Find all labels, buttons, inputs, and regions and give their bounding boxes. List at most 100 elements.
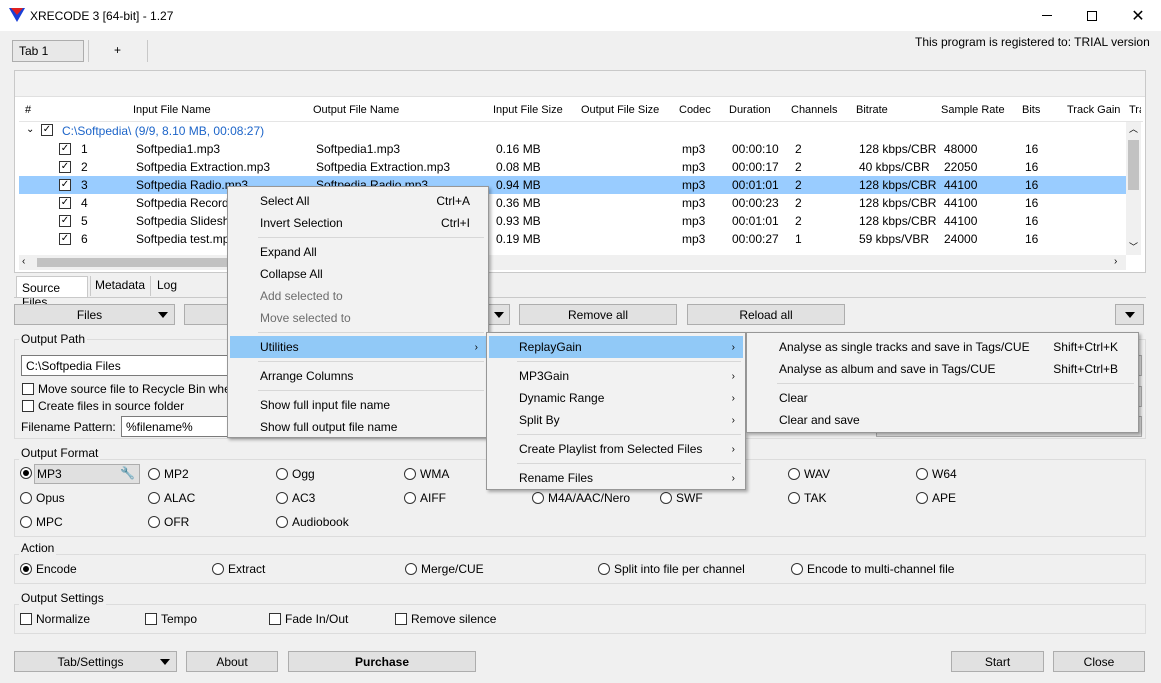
minimize-button[interactable] bbox=[1024, 0, 1070, 31]
menu-invert-selection[interactable]: Invert Selection Ctrl+I bbox=[230, 212, 486, 234]
tab-settings-button[interactable]: Tab/Settings bbox=[14, 651, 177, 672]
col-output-file[interactable]: Output File Name bbox=[313, 104, 399, 120]
format-ogg-radio[interactable]: Ogg bbox=[276, 467, 315, 481]
format-w64-radio[interactable]: W64 bbox=[916, 467, 957, 481]
close-window-button[interactable]: ✕ bbox=[1115, 0, 1161, 31]
menu-dynamic-range[interactable]: Dynamic Range › bbox=[489, 387, 743, 409]
format-mpc-radio[interactable]: MPC bbox=[20, 515, 63, 529]
menu-clear-save[interactable]: Clear and save bbox=[749, 409, 1136, 431]
action-extract-radio[interactable]: Extract bbox=[212, 562, 265, 576]
format-audiobook-radio[interactable]: Audiobook bbox=[276, 515, 349, 529]
format-ac3-radio[interactable]: AC3 bbox=[276, 491, 315, 505]
menu-analyse-album[interactable]: Analyse as album and save in Tags/CUE Shi… bbox=[749, 358, 1136, 380]
format-aiff-radio[interactable]: AIFF bbox=[404, 491, 446, 505]
format-wma-radio[interactable]: WMA bbox=[404, 467, 449, 481]
action-multichannel-radio[interactable]: Encode to multi-channel file bbox=[791, 562, 954, 576]
vertical-scrollbar[interactable]: ︿ ﹀ bbox=[1126, 122, 1141, 255]
scroll-right-icon[interactable]: › bbox=[1114, 256, 1117, 267]
format-alac-radio[interactable]: ALAC bbox=[148, 491, 195, 505]
vertical-scroll-thumb[interactable] bbox=[1128, 140, 1139, 190]
col-bits[interactable]: Bits bbox=[1022, 104, 1040, 120]
menu-select-all[interactable]: Select All Ctrl+A bbox=[230, 190, 486, 212]
col-bitrate[interactable]: Bitrate bbox=[856, 104, 888, 120]
format-m4a-radio[interactable]: M4A/AAC/Nero bbox=[532, 491, 630, 505]
col-truncated[interactable]: Tra bbox=[1129, 104, 1141, 120]
menu-mp3gain[interactable]: MP3Gain › bbox=[489, 365, 743, 387]
menu-rename-files[interactable]: Rename Files › bbox=[489, 467, 743, 489]
menu-arrange-columns[interactable]: Arrange Columns bbox=[230, 365, 486, 387]
col-input-file[interactable]: Input File Name bbox=[133, 104, 211, 120]
files-button[interactable]: Files bbox=[14, 304, 175, 325]
maximize-button[interactable] bbox=[1069, 0, 1115, 31]
table-row[interactable]: ✓ 2 Softpedia Extraction.mp3 Softpedia Extr… bbox=[19, 158, 1126, 176]
menu-create-playlist[interactable]: Create Playlist from Selected Files › bbox=[489, 438, 743, 460]
col-number[interactable]: # bbox=[25, 104, 31, 120]
format-ape-radio[interactable]: APE bbox=[916, 491, 956, 505]
horizontal-scrollbar[interactable]: ‹ › bbox=[19, 255, 1126, 270]
row-checkbox[interactable]: ✓ bbox=[59, 161, 75, 173]
menu-analyse-single[interactable]: Analyse as single tracks and save in Tag… bbox=[749, 336, 1136, 358]
scroll-down-icon[interactable]: ﹀ bbox=[1129, 240, 1138, 253]
output-path-input[interactable] bbox=[21, 355, 231, 376]
menu-full-output-name[interactable]: Show full output file name bbox=[230, 416, 486, 438]
scroll-up-icon[interactable]: ︿ bbox=[1129, 122, 1138, 135]
menu-expand-all[interactable]: Expand All bbox=[230, 241, 486, 263]
source-folder-checkbox[interactable]: Create files in source folder bbox=[22, 399, 184, 413]
col-sample-rate[interactable]: Sample Rate bbox=[941, 104, 1005, 120]
add-tab-button[interactable]: + bbox=[114, 43, 121, 57]
close-button[interactable]: Close bbox=[1053, 651, 1145, 672]
table-row-clipped[interactable] bbox=[19, 248, 1126, 255]
menu-collapse-all[interactable]: Collapse All bbox=[230, 263, 486, 285]
menu-replaygain[interactable]: ReplayGain › bbox=[489, 336, 743, 358]
tempo-checkbox[interactable]: Tempo bbox=[145, 612, 197, 626]
menu-full-input-name[interactable]: Show full input file name bbox=[230, 394, 486, 416]
table-row[interactable]: ✓ 4 Softpedia Record 0.36 MB mp3 00:00:23 2 128… bbox=[19, 194, 1126, 212]
purchase-button[interactable]: Purchase bbox=[288, 651, 476, 672]
col-output-size[interactable]: Output File Size bbox=[581, 104, 659, 120]
menu-clear[interactable]: Clear bbox=[749, 387, 1136, 409]
normalize-checkbox[interactable]: Normalize bbox=[20, 612, 90, 626]
format-opus-radio[interactable]: Opus bbox=[20, 491, 65, 505]
tab-log[interactable]: Log bbox=[157, 278, 177, 292]
tab-metadata[interactable]: Metadata bbox=[95, 278, 145, 292]
table-row[interactable]: ✓ 5 Softpedia Slidesh 0.93 MB mp3 00:01:01 2 12… bbox=[19, 212, 1126, 230]
action-encode-radio[interactable]: Encode bbox=[20, 562, 77, 576]
tab-1[interactable]: Tab 1 bbox=[12, 40, 84, 62]
col-channels[interactable]: Channels bbox=[791, 104, 837, 120]
action-split-radio[interactable]: Split into file per channel bbox=[598, 562, 745, 576]
horizontal-scroll-thumb[interactable] bbox=[37, 258, 237, 267]
remove-silence-checkbox[interactable]: Remove silence bbox=[395, 612, 496, 626]
row-checkbox[interactable]: ✓ bbox=[59, 215, 75, 227]
format-tak-radio[interactable]: TAK bbox=[788, 491, 826, 505]
toolbar-menu-button[interactable] bbox=[1115, 304, 1144, 325]
remove-all-button[interactable]: Remove all bbox=[519, 304, 677, 325]
row-checkbox[interactable]: ✓ bbox=[59, 179, 75, 191]
table-row[interactable]: ✓ 1 Softpedia1.mp3 Softpedia1.mp3 0.16 MB mp3… bbox=[19, 140, 1126, 158]
row-checkbox[interactable]: ✓ bbox=[59, 143, 75, 155]
col-track-gain[interactable]: Track Gain bbox=[1067, 104, 1120, 120]
reload-all-button[interactable]: Reload all bbox=[687, 304, 845, 325]
row-checkbox[interactable]: ✓ bbox=[59, 233, 75, 245]
group-label[interactable]: C:\Softpedia\ (9/9, 8.10 MB, 00:08:27) bbox=[62, 124, 264, 138]
tab-source-files[interactable]: Source Files bbox=[16, 276, 88, 309]
recycle-bin-checkbox[interactable]: Move source file to Recycle Bin whe bbox=[22, 382, 231, 396]
start-button[interactable]: Start bbox=[951, 651, 1044, 672]
menu-utilities[interactable]: Utilities › bbox=[230, 336, 486, 358]
col-duration[interactable]: Duration bbox=[729, 104, 771, 120]
fade-checkbox[interactable]: Fade In/Out bbox=[269, 612, 348, 626]
format-ofr-radio[interactable]: OFR bbox=[148, 515, 189, 529]
scroll-left-icon[interactable]: ‹ bbox=[22, 256, 25, 267]
about-button[interactable]: About bbox=[186, 651, 278, 672]
table-row[interactable]: ✓ 3 Softpedia Radio.mp3 Softpedia Radio.mp3… bbox=[19, 176, 1126, 194]
col-input-size[interactable]: Input File Size bbox=[493, 104, 563, 120]
toolbar-dropdown-button[interactable] bbox=[488, 304, 510, 325]
row-checkbox[interactable]: ✓ bbox=[59, 197, 75, 209]
collapse-group-icon[interactable]: ⌄ bbox=[26, 124, 34, 135]
format-mp3-button[interactable]: MP3 🔧 bbox=[34, 464, 140, 484]
wrench-icon[interactable]: 🔧 bbox=[120, 466, 135, 480]
filename-pattern-input[interactable] bbox=[121, 416, 231, 437]
group-checkbox[interactable]: ✓ bbox=[41, 124, 57, 136]
col-codec[interactable]: Codec bbox=[679, 104, 711, 120]
format-swf-radio[interactable]: SWF bbox=[660, 491, 703, 505]
format-wav-radio[interactable]: WAV bbox=[788, 467, 830, 481]
